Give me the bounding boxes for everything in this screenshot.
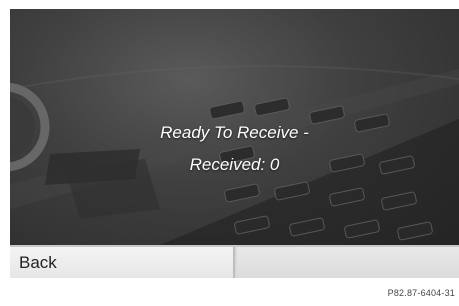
softkey-bar: Back	[10, 245, 459, 278]
image-reference-code: P82.87-6404-31	[387, 288, 455, 298]
display-frame: Ready To Receive - Received: 0 Back P82.…	[0, 0, 459, 306]
back-button[interactable]: Back	[10, 247, 235, 278]
status-line-ready: Ready To Receive -	[160, 123, 309, 142]
display-screen: Ready To Receive - Received: 0	[10, 9, 459, 245]
right-softkey[interactable]	[237, 247, 459, 278]
back-button-label: Back	[19, 253, 57, 272]
transfer-status-message: Ready To Receive - Received: 0	[10, 117, 459, 181]
status-line-received-count: Received: 0	[189, 155, 280, 174]
